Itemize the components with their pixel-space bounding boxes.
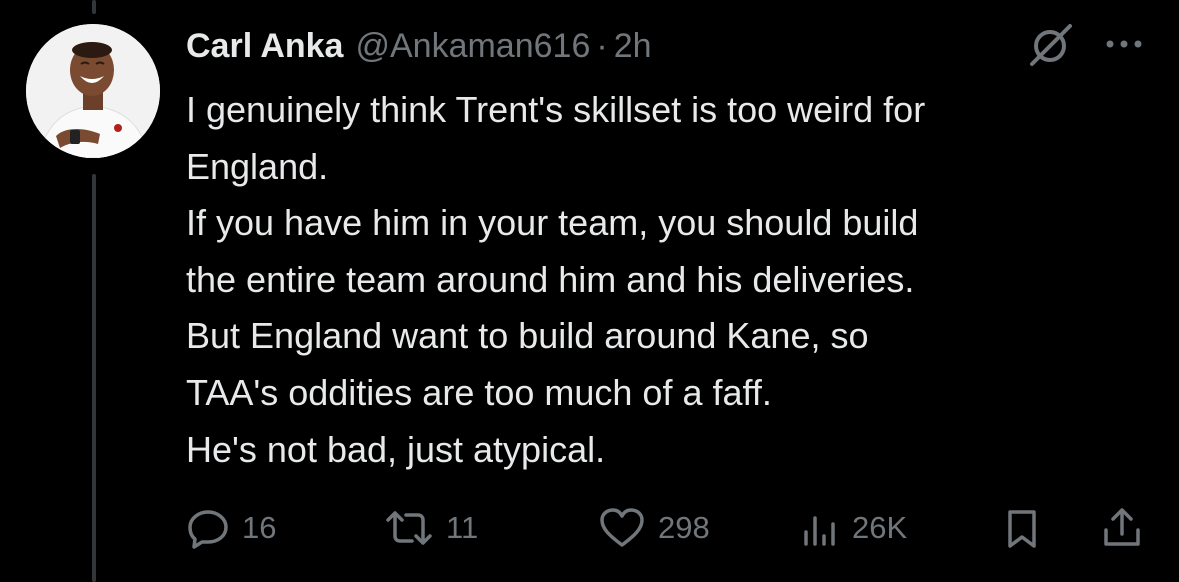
heart-icon xyxy=(600,508,644,547)
tweet-text-line: TAA's oddities are too much of a faff. xyxy=(186,371,772,413)
profile-photo xyxy=(26,24,160,158)
retweet-count: 11 xyxy=(446,510,479,545)
like-button[interactable]: 298 xyxy=(598,500,710,556)
bookmark-icon xyxy=(1008,510,1036,548)
reply-icon xyxy=(188,510,228,549)
timestamp[interactable]: 2h xyxy=(614,27,652,66)
tweet-text-line: But England want to build around Kane, s… xyxy=(186,315,869,357)
retweet-icon xyxy=(386,511,432,545)
tweet-text-line: He's not bad, just atypical. xyxy=(186,428,606,470)
tweet-text-line: I genuinely think Trent's skillset is to… xyxy=(186,89,926,130)
bookmark-button[interactable] xyxy=(1002,500,1042,556)
display-name[interactable]: Carl Anka xyxy=(186,27,343,66)
views-count: 26K xyxy=(852,510,908,545)
more-icon[interactable] xyxy=(1100,32,1148,56)
tweet-text-line: the entire team around him and his deliv… xyxy=(186,258,915,300)
views-button[interactable]: 26K xyxy=(800,500,907,556)
share-button[interactable] xyxy=(1100,500,1144,556)
share-icon xyxy=(1104,508,1140,546)
reply-button[interactable]: 16 xyxy=(186,500,276,556)
tweet-header: Carl Anka @Ankaman616 · 2h xyxy=(186,24,652,68)
tweet-text-line: England. xyxy=(186,145,329,187)
user-handle[interactable]: @Ankaman616 xyxy=(355,27,590,66)
avatar[interactable] xyxy=(26,24,160,158)
views-icon xyxy=(804,516,835,546)
retweet-button[interactable]: 11 xyxy=(384,500,478,556)
grok-icon[interactable] xyxy=(1026,20,1076,70)
separator-dot: · xyxy=(596,26,608,65)
like-count: 298 xyxy=(658,510,710,545)
thread-line-top xyxy=(92,0,96,14)
tweet-text-line: If you have him in your team, you should… xyxy=(186,202,919,244)
tweet-actions: 16 11 298 26K xyxy=(0,500,1179,556)
tweet-text: I genuinely think Trent's skillset is to… xyxy=(186,82,1156,478)
reply-count: 16 xyxy=(242,510,277,545)
